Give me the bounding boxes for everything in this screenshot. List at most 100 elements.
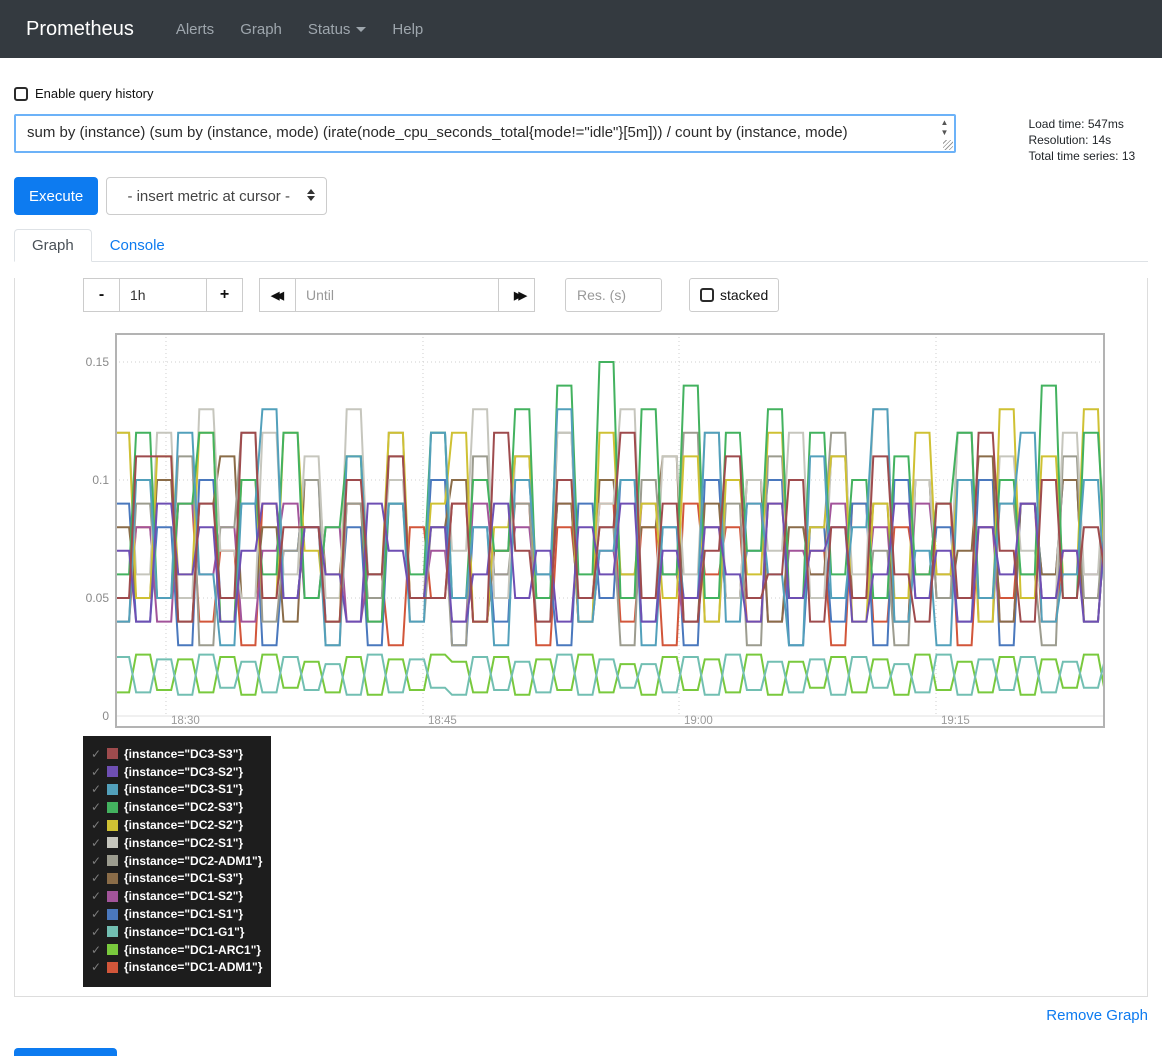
legend-item[interactable]: ✓ {instance="DC3-S2"} [91, 763, 265, 781]
stat-load-time: Load time: 547ms [1028, 116, 1148, 132]
add-graph-button[interactable]: Add Graph [14, 1048, 117, 1056]
legend-label: {instance="DC3-S1"} [124, 782, 243, 796]
x-axis-tick-label: 18:30 [171, 715, 200, 727]
legend-label: {instance="DC1-S2"} [124, 889, 243, 903]
execute-button[interactable]: Execute [14, 177, 98, 215]
stacked-checkbox[interactable] [700, 288, 714, 302]
legend-swatch [107, 748, 118, 759]
x-axis-tick-label: 18:45 [428, 715, 457, 727]
legend-label: {instance="DC1-ADM1"} [124, 960, 262, 974]
y-axis-tick-label: 0.05 [67, 591, 109, 605]
legend-item[interactable]: ✓{instance="DC1-S3"} [91, 870, 265, 888]
chart-svg [115, 333, 1105, 728]
x-axis-tick-label: 19:15 [941, 715, 970, 727]
y-axis-tick-label: 0.1 [67, 473, 109, 487]
tab-console[interactable]: Console [92, 229, 183, 262]
graph-controls: - 1h + ◀◀ Until ▶▶ Res. (s) stacked [83, 278, 1147, 312]
legend-label: {instance="DC1-S1"} [124, 907, 243, 921]
legend-label: {instance="DC2-S3"} [124, 800, 243, 814]
scroll-up-icon[interactable]: ▲ [940, 118, 948, 127]
query-expression-input[interactable]: sum by (instance) (sum by (instance, mod… [14, 114, 956, 153]
legend-swatch [107, 784, 118, 795]
checkmark-icon: ✓ [91, 765, 105, 779]
legend-swatch [107, 802, 118, 813]
legend-item[interactable]: ✓ {instance="DC1-S1"} [91, 905, 265, 923]
nav-item-status-label: Status [308, 21, 351, 38]
checkmark-icon: ✓ [91, 747, 105, 761]
nav-item-help[interactable]: Help [392, 21, 423, 38]
time-back-button[interactable]: ◀◀ [259, 278, 296, 312]
legend-swatch [107, 926, 118, 937]
fast-forward-icon: ▶▶ [510, 289, 523, 302]
resize-grip-icon[interactable] [943, 140, 953, 150]
legend-swatch [107, 855, 118, 866]
legend-item[interactable]: ✓ {instance="DC2-ADM1"} [91, 852, 265, 870]
legend-label: {instance="DC3-S3"} [124, 747, 243, 761]
scroll-down-icon[interactable]: ▼ [940, 128, 948, 137]
query-stats: Load time: 547ms Resolution: 14s Total t… [1028, 114, 1148, 164]
checkmark-icon: ✓ [91, 925, 105, 939]
legend-item[interactable]: ✓ {instance="DC2-S1"} [91, 834, 265, 852]
legend-label: {instance="DC3-S2"} [124, 765, 243, 779]
stat-resolution: Resolution: 14s [1028, 132, 1148, 148]
y-axis-tick-label: 0.15 [67, 355, 109, 369]
nav-item-alerts[interactable]: Alerts [176, 21, 214, 38]
remove-graph-link[interactable]: Remove Graph [1046, 1007, 1148, 1024]
legend-item[interactable]: ✓ {instance="DC3-S3"} [91, 745, 265, 763]
checkmark-icon: ✓ [91, 800, 105, 814]
legend-item[interactable]: ✓ {instance="DC3-S1"} [91, 781, 265, 799]
metric-select-label: - insert metric at cursor - [127, 188, 290, 205]
chart-series-line [115, 655, 1105, 695]
legend-swatch [107, 944, 118, 955]
legend: ✓ {instance="DC3-S3"} ✓ {instance="DC3-S2"}… [83, 736, 271, 987]
checkmark-icon: ✓ [91, 818, 105, 832]
legend-item[interactable]: ✓{instance="DC1-S2"} [91, 887, 265, 905]
range-input[interactable]: 1h [120, 278, 206, 312]
range-increase-button[interactable]: + [206, 278, 243, 312]
legend-item[interactable]: ✓ {instance="DC1-G1"} [91, 923, 265, 941]
navbar: Prometheus Alerts Graph Status Help [0, 0, 1162, 58]
legend-swatch [107, 962, 118, 973]
legend-swatch [107, 820, 118, 831]
tab-bar: Graph Console [14, 229, 1148, 262]
range-decrease-button[interactable]: - [83, 278, 120, 312]
legend-item[interactable]: ✓{instance="DC1-ARC1"} [91, 941, 265, 959]
metric-select[interactable]: - insert metric at cursor - [106, 177, 327, 215]
legend-label: {instance="DC2-ADM1"} [124, 854, 262, 868]
legend-item[interactable]: ✓ {instance="DC1-ADM1"} [91, 959, 265, 977]
rewind-icon: ◀◀ [271, 289, 284, 302]
y-axis-tick-label: 0 [67, 709, 109, 723]
legend-swatch [107, 891, 118, 902]
legend-label: {instance="DC1-G1"} [124, 925, 244, 939]
resolution-input[interactable]: Res. (s) [565, 278, 662, 312]
brand-prometheus[interactable]: Prometheus [26, 18, 134, 41]
legend-item[interactable]: ✓ {instance="DC2-S2"} [91, 816, 265, 834]
stacked-toggle[interactable]: stacked [689, 278, 779, 312]
checkmark-icon: ✓ [91, 960, 105, 974]
checkmark-icon: ✓ [91, 943, 105, 957]
legend-swatch [107, 766, 118, 777]
legend-swatch [107, 837, 118, 848]
x-axis-tick-label: 19:00 [684, 715, 713, 727]
time-forward-button[interactable]: ▶▶ [498, 278, 535, 312]
checkmark-icon: ✓ [91, 836, 105, 850]
nav-item-status[interactable]: Status [308, 21, 367, 38]
checkmark-icon: ✓ [91, 854, 105, 868]
legend-item[interactable]: ✓ {instance="DC2-S3"} [91, 798, 265, 816]
legend-swatch [107, 873, 118, 884]
checkmark-icon: ✓ [91, 782, 105, 796]
stacked-label: stacked [720, 287, 768, 303]
checkmark-icon: ✓ [91, 907, 105, 921]
nav-item-graph[interactable]: Graph [240, 21, 282, 38]
legend-label: {instance="DC2-S1"} [124, 836, 243, 850]
until-input[interactable]: Until [296, 278, 498, 312]
plot-area[interactable]: 18:30 18:45 19:00 19:15 [115, 333, 1105, 728]
stat-total-series: Total time series: 13 [1028, 148, 1148, 164]
legend-label: {instance="DC2-S2"} [124, 818, 243, 832]
tab-graph[interactable]: Graph [14, 229, 92, 262]
chevron-down-icon [356, 27, 366, 32]
select-caret-icon [307, 189, 315, 201]
query-history-checkbox[interactable] [14, 87, 28, 101]
chart: 0 0.05 0.1 0.15 18:30 18:45 19:00 19:15 [67, 333, 1153, 731]
legend-swatch [107, 909, 118, 920]
